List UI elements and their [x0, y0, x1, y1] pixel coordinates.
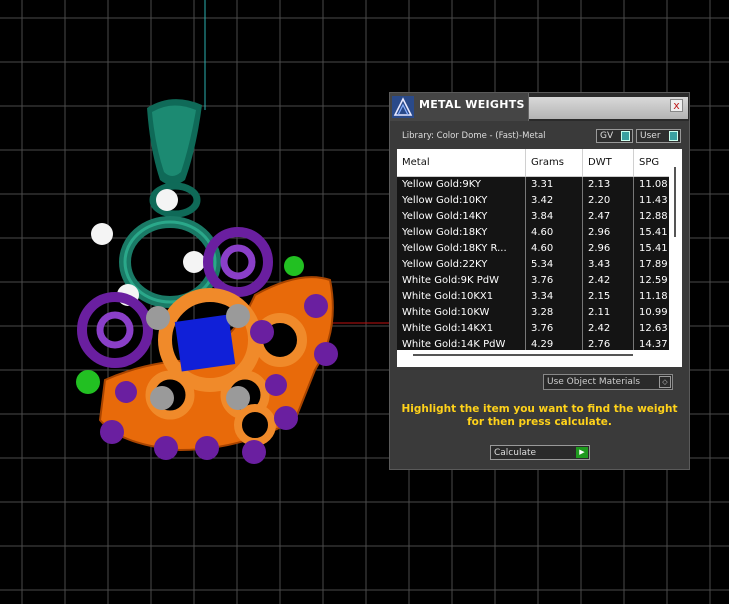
titlebar-fill — [529, 97, 688, 119]
cell-spg: 12.88 — [639, 211, 668, 222]
cell-dwt: 2.42 — [583, 273, 634, 289]
cell-spg: 10.99 — [639, 307, 668, 318]
table-row[interactable]: Yellow Gold:18KY 4.60 2.96 15.41 — [397, 225, 669, 241]
cell-dwt: 2.96 — [583, 225, 634, 241]
cell-metal: Yellow Gold:9KY — [397, 177, 526, 193]
cell-spg: 12.63 — [639, 323, 668, 334]
title-tab: METAL WEIGHTS — [390, 93, 529, 121]
cell-spg: 17.89 — [639, 259, 668, 270]
cell-dwt: 2.20 — [583, 193, 634, 209]
table-row[interactable]: Yellow Gold:9KY 3.31 2.13 11.08 — [397, 177, 669, 193]
toggle-knob-icon — [669, 131, 678, 141]
table-row[interactable]: Yellow Gold:10KY 3.42 2.20 11.43 — [397, 193, 669, 209]
metal-weights-panel: METAL WEIGHTS x Library: Color Dome - (F… — [389, 92, 690, 470]
user-toggle-label: User — [640, 131, 661, 141]
instruction-text: Highlight the item you want to find the … — [401, 403, 678, 428]
table-header: Metal Grams DWT SPG — [397, 149, 669, 177]
cell-dwt: 2.96 — [583, 241, 634, 257]
col-header-metal[interactable]: Metal — [397, 149, 526, 176]
material-dropdown[interactable]: Use Object Materials ◇ — [543, 374, 673, 390]
table-row[interactable]: White Gold:9K PdW 3.76 2.42 12.59 — [397, 273, 669, 289]
dropdown-arrow-icon[interactable]: ◇ — [659, 376, 671, 388]
cell-dwt: 2.13 — [583, 177, 634, 193]
cell-spg: 12.59 — [639, 275, 668, 286]
vertical-scrollbar[interactable] — [672, 157, 678, 357]
table-row[interactable]: White Gold:10KW 3.28 2.11 10.99 — [397, 305, 669, 321]
close-icon: x — [673, 99, 680, 112]
cell-metal: Yellow Gold:18KY — [397, 225, 526, 241]
gv-toggle[interactable]: GV — [596, 129, 633, 143]
cell-metal: White Gold:14KX1 — [397, 321, 526, 337]
play-arrow-icon[interactable]: ▶ — [576, 447, 588, 458]
scroll-thumb[interactable] — [413, 354, 633, 356]
cell-grams: 4.60 — [526, 225, 583, 241]
material-dropdown-value: Use Object Materials — [547, 377, 641, 387]
cell-metal: Yellow Gold:18KY R... — [397, 241, 526, 257]
close-button[interactable]: x — [670, 99, 683, 112]
cell-metal: White Gold:10KX1 — [397, 289, 526, 305]
app-logo-icon — [392, 96, 414, 118]
cell-grams: 3.34 — [526, 289, 583, 305]
cell-dwt: 2.42 — [583, 321, 634, 337]
cell-spg: 15.41 — [639, 243, 668, 254]
cell-grams: 3.76 — [526, 273, 583, 289]
cell-metal: White Gold:10KW — [397, 305, 526, 321]
library-label: Library: Color Dome - (Fast)-Metal — [402, 131, 546, 141]
calculate-label: Calculate — [494, 448, 537, 458]
cell-grams: 3.84 — [526, 209, 583, 225]
col-header-spg[interactable]: SPG — [634, 149, 669, 176]
scroll-thumb[interactable] — [674, 167, 676, 237]
cell-metal: Yellow Gold:14KY — [397, 209, 526, 225]
cell-spg: 11.18 — [639, 291, 668, 302]
table-row[interactable]: Yellow Gold:22KY 5.34 3.43 17.89 — [397, 257, 669, 273]
cell-metal: White Gold:9K PdW — [397, 273, 526, 289]
metal-table[interactable]: Metal Grams DWT SPG Yellow Gold:9KY 3.31 2… — [397, 149, 682, 367]
table-row[interactable]: White Gold:14KX1 3.76 2.42 12.63 — [397, 321, 669, 337]
panel-title: METAL WEIGHTS — [419, 98, 525, 111]
cell-dwt: 2.47 — [583, 209, 634, 225]
table-row[interactable]: Yellow Gold:18KY R... 4.60 2.96 15.41 — [397, 241, 669, 257]
cell-spg: 11.08 — [639, 179, 668, 190]
cell-spg: 11.43 — [639, 195, 668, 206]
user-toggle[interactable]: User — [636, 129, 681, 143]
toggle-knob-icon — [621, 131, 630, 141]
cell-grams: 3.76 — [526, 321, 583, 337]
cell-grams: 3.28 — [526, 305, 583, 321]
gv-toggle-label: GV — [600, 131, 614, 141]
cell-metal: Yellow Gold:22KY — [397, 257, 526, 273]
cell-metal: Yellow Gold:10KY — [397, 193, 526, 209]
cell-dwt: 2.15 — [583, 289, 634, 305]
cell-spg: 15.41 — [639, 227, 668, 238]
table-row[interactable]: Yellow Gold:14KY 3.84 2.47 12.88 — [397, 209, 669, 225]
cell-dwt: 2.11 — [583, 305, 634, 321]
cell-grams: 5.34 — [526, 257, 583, 273]
col-header-dwt[interactable]: DWT — [583, 149, 634, 176]
horizontal-scrollbar[interactable] — [397, 350, 669, 359]
panel-titlebar[interactable]: METAL WEIGHTS x — [390, 93, 689, 121]
cell-grams: 3.42 — [526, 193, 583, 209]
col-header-grams[interactable]: Grams — [526, 149, 583, 176]
cell-grams: 3.31 — [526, 177, 583, 193]
calculate-button[interactable]: Calculate ▶ — [490, 445, 590, 460]
cell-grams: 4.60 — [526, 241, 583, 257]
cell-dwt: 3.43 — [583, 257, 634, 273]
table-row[interactable]: White Gold:10KX1 3.34 2.15 11.18 — [397, 289, 669, 305]
